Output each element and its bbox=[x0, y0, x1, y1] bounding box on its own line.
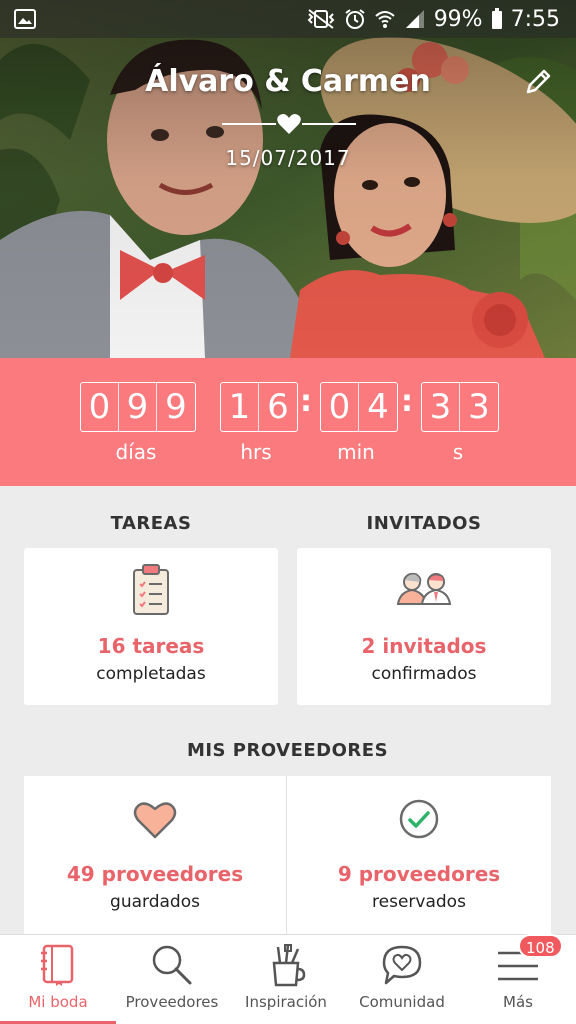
couple-photo bbox=[0, 0, 576, 358]
nav-inspiracion[interactable]: Inspiración bbox=[228, 935, 344, 1024]
guests-status: confirmados bbox=[371, 664, 477, 684]
seconds-digit: 3 bbox=[468, 387, 490, 427]
check-circle-icon bbox=[399, 799, 439, 839]
nav-label-mi-boda: Mi boda bbox=[28, 993, 88, 1011]
heart-icon bbox=[133, 802, 177, 839]
booked-vendors-item[interactable]: 9 proveedores reservados bbox=[287, 776, 551, 934]
notification-badge: 108 bbox=[518, 934, 563, 958]
notebook-icon bbox=[41, 944, 74, 986]
days-digit: 9 bbox=[119, 383, 157, 431]
guests-count: 2 invitados bbox=[361, 634, 487, 658]
heart-divider-icon bbox=[222, 114, 356, 134]
nav-proveedores[interactable]: Proveedores bbox=[116, 935, 228, 1024]
search-icon bbox=[152, 945, 192, 985]
tasks-count: 16 tareas bbox=[97, 634, 205, 658]
booked-vendors-status: reservados bbox=[372, 892, 466, 912]
clock: 7:55 bbox=[510, 6, 560, 32]
hours-digit: 6 bbox=[267, 387, 289, 427]
time-separator: : bbox=[401, 384, 413, 419]
guests-card[interactable]: 2 invitados confirmados bbox=[297, 548, 551, 705]
battery-percent: 99% bbox=[433, 6, 483, 32]
nav-label-inspiracion: Inspiración bbox=[245, 993, 327, 1011]
edit-pencil-icon[interactable] bbox=[522, 66, 554, 98]
nav-label-proveedores: Proveedores bbox=[125, 993, 219, 1011]
status-bar: 99% 7:55 bbox=[0, 0, 576, 38]
days-digit: 9 bbox=[165, 387, 187, 427]
guests-heading: INVITADOS bbox=[366, 513, 482, 534]
couple-names: Álvaro & Carmen bbox=[145, 64, 431, 99]
saved-vendors-item[interactable]: 49 proveedores guardados bbox=[24, 776, 286, 934]
nav-comunidad[interactable]: Comunidad bbox=[344, 935, 460, 1024]
chat-heart-icon bbox=[382, 945, 422, 985]
minutes-digits: 0 4 bbox=[320, 382, 398, 432]
vendors-heading: MIS PROVEEDORES bbox=[186, 740, 389, 761]
nav-label-mas: Más bbox=[503, 993, 533, 1011]
hours-digit: 1 bbox=[221, 383, 259, 431]
minutes-label: min bbox=[337, 440, 375, 464]
days-digit: 0 bbox=[81, 383, 119, 431]
time-separator: : bbox=[300, 384, 312, 419]
alarm-icon bbox=[345, 9, 365, 29]
wedding-date: 15/07/2017 bbox=[225, 146, 351, 170]
signal-icon bbox=[405, 10, 424, 28]
saved-vendors-status: guardados bbox=[110, 892, 200, 912]
hours-label: hrs bbox=[240, 440, 272, 464]
hero-banner: Álvaro & Carmen 15/07/2017 bbox=[0, 0, 576, 358]
tasks-heading: TAREAS bbox=[110, 513, 192, 534]
bottom-navigation: Mi boda Proveedores Inspiración Comunida… bbox=[0, 934, 576, 1024]
seconds-label: s bbox=[452, 440, 464, 464]
saved-vendors-count: 49 proveedores bbox=[66, 862, 244, 886]
seconds-digit: 3 bbox=[422, 383, 460, 431]
booked-vendors-count: 9 proveedores bbox=[337, 862, 501, 886]
mute-vibrate-icon bbox=[307, 9, 335, 29]
days-digits: 0 9 9 bbox=[80, 382, 196, 432]
gallery-notification-icon bbox=[14, 9, 36, 29]
hours-digits: 1 6 bbox=[220, 382, 298, 432]
minutes-digit: 0 bbox=[321, 383, 359, 431]
clipboard-checklist-icon bbox=[133, 564, 169, 615]
days-label: días bbox=[115, 440, 157, 464]
nav-label-comunidad: Comunidad bbox=[359, 993, 445, 1011]
tasks-status: completadas bbox=[96, 664, 206, 684]
tasks-card[interactable]: 16 tareas completadas bbox=[24, 548, 278, 705]
nav-mi-boda[interactable]: Mi boda bbox=[0, 935, 116, 1024]
battery-icon bbox=[491, 8, 502, 29]
seconds-digits: 3 3 bbox=[421, 382, 499, 432]
guests-couple-icon bbox=[396, 572, 452, 605]
wifi-icon bbox=[375, 11, 395, 28]
brushes-cup-icon bbox=[272, 944, 306, 987]
minutes-digit: 4 bbox=[367, 387, 389, 427]
